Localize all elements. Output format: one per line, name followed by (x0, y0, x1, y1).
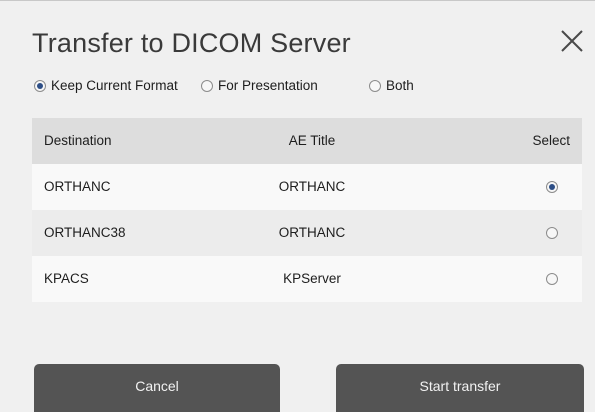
destination-cell: ORTHANC38 (44, 225, 126, 240)
format-option-label: For Presentation (218, 78, 318, 93)
format-option-for-presentation[interactable]: For Presentation (201, 78, 318, 93)
radio-button[interactable] (546, 273, 558, 285)
column-header-destination: Destination (44, 133, 112, 148)
select-radio[interactable] (546, 181, 563, 193)
radio-button[interactable] (201, 79, 213, 92)
ae-title-cell: ORTHANC (278, 179, 346, 194)
select-radio[interactable] (546, 227, 563, 239)
ae-title-cell: ORTHANC (278, 225, 346, 240)
table-row[interactable]: ORTHANC38 ORTHANC (32, 210, 582, 256)
format-option-label: Keep Current Format (51, 78, 178, 93)
table-row[interactable]: ORTHANC ORTHANC (32, 164, 582, 210)
radio-button[interactable] (34, 79, 46, 92)
destination-table: Destination AE Title Select ORTHANC ORTH… (32, 118, 582, 302)
ae-title-cell: KPServer (283, 271, 341, 286)
radio-button[interactable] (546, 227, 558, 239)
format-option-both[interactable]: Both (369, 78, 414, 93)
destination-cell: ORTHANC (44, 179, 111, 194)
radio-button[interactable] (369, 79, 381, 92)
cancel-button[interactable]: Cancel (34, 364, 280, 412)
select-radio[interactable] (546, 273, 563, 285)
transfer-dialog: Transfer to DICOM Server Keep Current Fo… (0, 0, 595, 412)
table-row[interactable]: KPACS KPServer (32, 256, 582, 302)
destination-cell: KPACS (44, 271, 89, 286)
format-option-label: Both (386, 78, 414, 93)
close-icon[interactable] (559, 28, 585, 54)
column-header-ae-title: AE Title (288, 133, 336, 148)
dialog-top-border (0, 0, 595, 1)
format-option-keep-current[interactable]: Keep Current Format (34, 78, 178, 93)
radio-button[interactable] (546, 181, 558, 193)
start-transfer-button[interactable]: Start transfer (336, 364, 584, 412)
table-header: Destination AE Title Select (32, 118, 582, 164)
column-header-select: Select (532, 133, 570, 148)
dialog-title: Transfer to DICOM Server (32, 28, 351, 58)
